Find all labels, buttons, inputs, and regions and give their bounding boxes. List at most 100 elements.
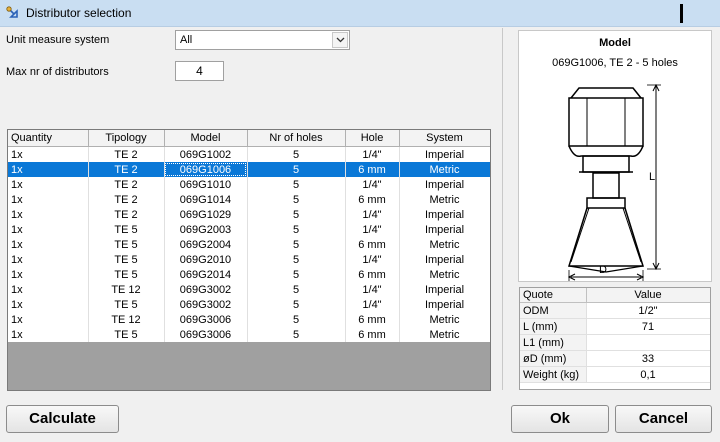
cell-model[interactable]: 069G2014 <box>164 267 248 282</box>
cell-tipology[interactable]: TE 2 <box>88 146 165 162</box>
cell-system[interactable]: Imperial <box>399 207 490 222</box>
cell-quantity[interactable]: 1x <box>8 237 89 252</box>
cell-nr-holes[interactable]: 5 <box>247 312 346 327</box>
cell-hole[interactable]: 6 mm <box>345 327 400 342</box>
cell-tipology[interactable]: TE 2 <box>88 192 165 207</box>
cell-tipology[interactable]: TE 2 <box>88 162 165 177</box>
cell-model[interactable]: 069G3006 <box>164 327 248 342</box>
cell-tipology[interactable]: TE 2 <box>88 177 165 192</box>
cell-tipology[interactable]: TE 5 <box>88 252 165 267</box>
cell-system[interactable]: Imperial <box>399 222 490 237</box>
cell-system[interactable]: Imperial <box>399 146 490 162</box>
cell-nr-holes[interactable]: 5 <box>247 297 346 312</box>
cell-model[interactable]: 069G1014 <box>164 192 248 207</box>
cell-hole[interactable]: 1/4" <box>345 282 400 297</box>
cell-quantity[interactable]: 1x <box>8 282 89 297</box>
cell-hole[interactable]: 1/4" <box>345 207 400 222</box>
table-row[interactable]: 1x TE 2 069G1010 5 1/4" Imperial <box>8 177 490 192</box>
cell-system[interactable]: Metric <box>399 237 490 252</box>
distributor-table[interactable]: Quantity Tipology Model Nr of holes Hole… <box>7 129 491 391</box>
cell-system[interactable]: Imperial <box>399 177 490 192</box>
cell-nr-holes[interactable]: 5 <box>247 162 346 177</box>
close-icon[interactable] <box>680 4 683 23</box>
cell-hole[interactable]: 1/4" <box>345 146 400 162</box>
cell-nr-holes[interactable]: 5 <box>247 192 346 207</box>
col-header-nr-holes[interactable]: Nr of holes <box>247 130 346 147</box>
col-header-model[interactable]: Model <box>164 130 248 147</box>
cell-tipology[interactable]: TE 5 <box>88 237 165 252</box>
cell-tipology[interactable]: TE 5 <box>88 297 165 312</box>
cell-model[interactable]: 069G3002 <box>164 282 248 297</box>
cell-system[interactable]: Metric <box>399 267 490 282</box>
cell-nr-holes[interactable]: 5 <box>247 327 346 342</box>
cell-nr-holes[interactable]: 5 <box>247 177 346 192</box>
cell-tipology[interactable]: TE 5 <box>88 267 165 282</box>
cell-system[interactable]: Imperial <box>399 297 490 312</box>
cell-tipology[interactable]: TE 5 <box>88 222 165 237</box>
cell-nr-holes[interactable]: 5 <box>247 282 346 297</box>
cell-nr-holes[interactable]: 5 <box>247 267 346 282</box>
cell-system[interactable]: Metric <box>399 312 490 327</box>
table-row[interactable]: 1x TE 5 069G2014 5 6 mm Metric <box>8 267 490 282</box>
table-row[interactable]: 1x TE 12 069G3002 5 1/4" Imperial <box>8 282 490 297</box>
cell-model[interactable]: 069G1002 <box>164 146 248 162</box>
cell-nr-holes[interactable]: 5 <box>247 146 346 162</box>
table-row[interactable]: 1x TE 12 069G3006 5 6 mm Metric <box>8 312 490 327</box>
cell-model[interactable]: 069G2010 <box>164 252 248 267</box>
table-row[interactable]: 1x TE 5 069G3006 5 6 mm Metric <box>8 327 490 342</box>
cell-model[interactable]: 069G1029 <box>164 207 248 222</box>
cell-system[interactable]: Metric <box>399 162 490 177</box>
cell-hole[interactable]: 1/4" <box>345 252 400 267</box>
cell-quantity[interactable]: 1x <box>8 252 89 267</box>
cell-model[interactable]: 069G3002 <box>164 297 248 312</box>
cell-tipology[interactable]: TE 5 <box>88 327 165 342</box>
cell-hole[interactable]: 1/4" <box>345 177 400 192</box>
cell-quantity[interactable]: 1x <box>8 146 89 162</box>
table-row[interactable]: 1x TE 5 069G3002 5 1/4" Imperial <box>8 297 490 312</box>
cell-system[interactable]: Metric <box>399 192 490 207</box>
table-row[interactable]: 1x TE 2 069G1014 5 6 mm Metric <box>8 192 490 207</box>
cell-hole[interactable]: 6 mm <box>345 192 400 207</box>
table-row[interactable]: 1x TE 2 069G1002 5 1/4" Imperial <box>8 146 490 162</box>
cell-model[interactable]: 069G3006 <box>164 312 248 327</box>
cell-quantity[interactable]: 1x <box>8 222 89 237</box>
cell-hole[interactable]: 6 mm <box>345 312 400 327</box>
cell-nr-holes[interactable]: 5 <box>247 252 346 267</box>
cell-quantity[interactable]: 1x <box>8 327 89 342</box>
cell-system[interactable]: Imperial <box>399 282 490 297</box>
cell-hole[interactable]: 6 mm <box>345 267 400 282</box>
cell-system[interactable]: Metric <box>399 327 490 342</box>
table-row[interactable]: 1x TE 5 069G2003 5 1/4" Imperial <box>8 222 490 237</box>
cell-model[interactable]: 069G1010 <box>164 177 248 192</box>
col-header-system[interactable]: System <box>399 130 490 147</box>
cell-quantity[interactable]: 1x <box>8 177 89 192</box>
cell-system[interactable]: Imperial <box>399 252 490 267</box>
cell-quantity[interactable]: 1x <box>8 207 89 222</box>
max-distributors-input[interactable]: 4 <box>175 61 224 81</box>
cell-tipology[interactable]: TE 12 <box>88 312 165 327</box>
cell-tipology[interactable]: TE 2 <box>88 207 165 222</box>
table-row[interactable]: 1x TE 5 069G2010 5 1/4" Imperial <box>8 252 490 267</box>
calculate-button[interactable]: Calculate <box>6 405 119 433</box>
table-row[interactable]: 1x TE 2 069G1029 5 1/4" Imperial <box>8 207 490 222</box>
table-row[interactable]: 1x TE 2 069G1006 5 6 mm Metric <box>8 162 490 177</box>
cell-model[interactable]: 069G2004 <box>164 237 248 252</box>
col-header-tipology[interactable]: Tipology <box>88 130 165 147</box>
col-header-quantity[interactable]: Quantity <box>8 130 89 147</box>
ok-button[interactable]: Ok <box>511 405 609 433</box>
cell-quantity[interactable]: 1x <box>8 297 89 312</box>
cancel-button[interactable]: Cancel <box>615 405 712 433</box>
cell-quantity[interactable]: 1x <box>8 267 89 282</box>
quote-table[interactable]: Quote Value ODM 1/2" L (mm) 71 L1 (mm) øD (mm… <box>519 287 711 390</box>
cell-model[interactable]: 069G2003 <box>164 222 248 237</box>
col-header-hole[interactable]: Hole <box>345 130 400 147</box>
cell-model[interactable]: 069G1006 <box>164 162 248 177</box>
table-row[interactable]: 1x TE 5 069G2004 5 6 mm Metric <box>8 237 490 252</box>
cell-hole[interactable]: 1/4" <box>345 222 400 237</box>
cell-hole[interactable]: 1/4" <box>345 297 400 312</box>
chevron-down-icon[interactable] <box>332 32 348 48</box>
unit-measure-select[interactable]: All <box>175 30 350 50</box>
cell-quantity[interactable]: 1x <box>8 192 89 207</box>
cell-nr-holes[interactable]: 5 <box>247 237 346 252</box>
cell-hole[interactable]: 6 mm <box>345 162 400 177</box>
